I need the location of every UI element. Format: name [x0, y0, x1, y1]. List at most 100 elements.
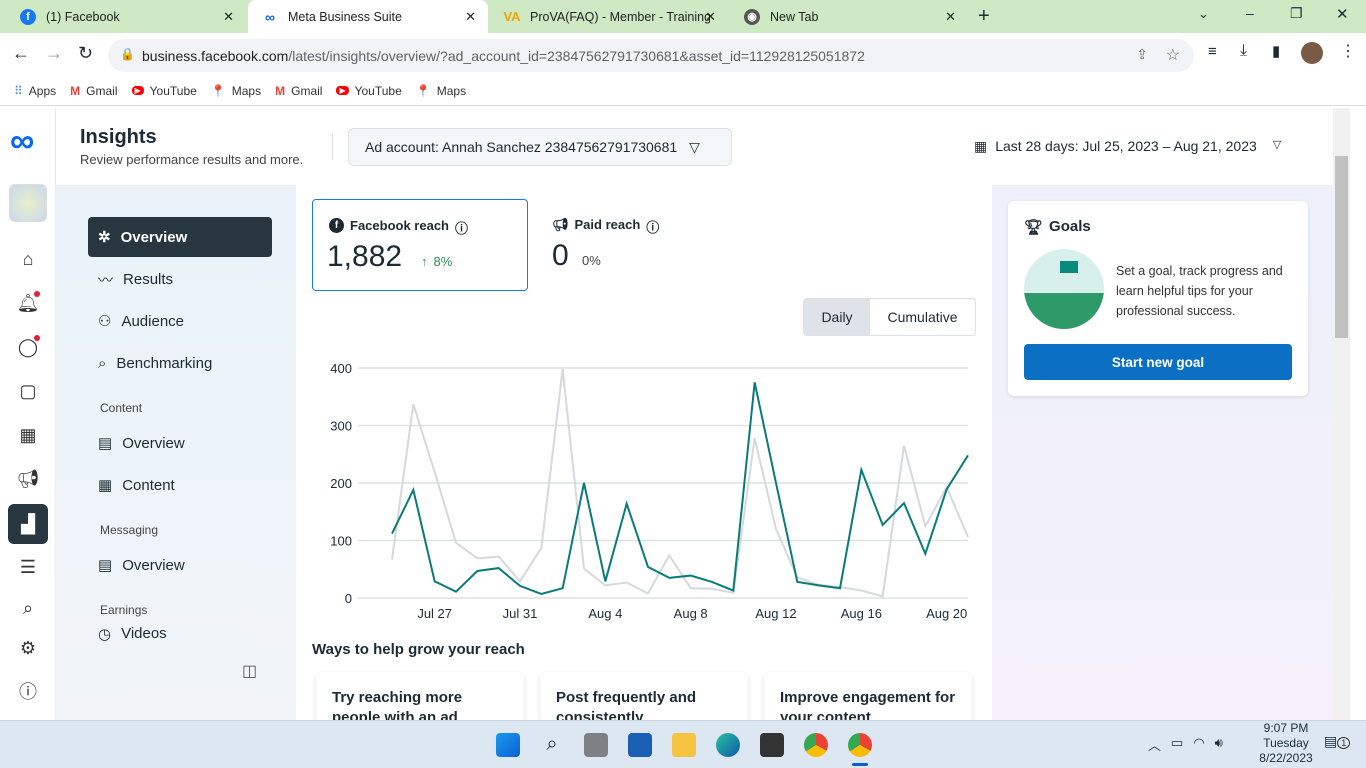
insights-main: f Facebook reach ⓘ 1,882 ↑ 8% 📢︎ Paid reach ⓘ… [296, 185, 992, 732]
edge-icon[interactable] [716, 733, 740, 757]
section-messaging: Messaging [100, 523, 159, 537]
help-icon[interactable]: ⓘ [16, 680, 40, 704]
page-header: Insights Review performance results and … [56, 108, 1333, 185]
subnav-benchmarking[interactable]: ⌕ Benchmarking [88, 343, 272, 383]
y-tick-label: 400 [330, 361, 352, 376]
new-tab-button[interactable]: + [978, 5, 990, 28]
all-tools-menu-icon[interactable]: ☰ [16, 555, 40, 579]
url-input[interactable]: 🔒 business.facebook.com/latest/insights/… [108, 39, 1194, 72]
subnav-messaging-overview[interactable]: ▤ Overview [88, 545, 272, 585]
forward-icon[interactable]: → [45, 43, 63, 64]
section-earnings: Earnings [100, 603, 148, 617]
page-avatar[interactable] [9, 184, 47, 222]
section-content: Content [100, 401, 143, 415]
grow-section-title: Ways to help grow your reach [312, 641, 525, 658]
restore-button[interactable]: ❐ [1290, 5, 1303, 22]
home-icon[interactable]: ⌂ [16, 247, 40, 271]
url-host: business.facebook.com [142, 47, 289, 64]
notification-center-icon[interactable]: ▤ 1 [1324, 733, 1351, 750]
store-icon[interactable] [760, 733, 784, 757]
insights-icon[interactable]: ▟ [8, 504, 48, 544]
bookmark-label: Maps [436, 83, 467, 98]
collapse-sidebar-icon[interactable]: ◫ [242, 661, 257, 681]
date-range-picker[interactable]: ▦ Last 28 days: Jul 25, 2023 – Aug 21, 20… [974, 138, 1281, 155]
cumulative-button[interactable]: Cumulative [870, 299, 975, 335]
metric-change: 0% [582, 253, 601, 268]
ads-megaphone-icon[interactable]: 📢︎ [16, 467, 40, 491]
system-tray[interactable]: ︿ ▭ ◠ 🔊︎ [1148, 735, 1223, 754]
bookmark-gmail[interactable]: M Gmail [275, 84, 322, 98]
close-tab-icon[interactable]: ✕ [223, 9, 234, 25]
tab-search-icon[interactable]: ⌄ [1198, 6, 1209, 22]
paid-reach-card[interactable]: 📢︎ Paid reach ⓘ 0 0% [536, 199, 752, 291]
bookmark-gmail[interactable]: M Gmail [70, 84, 117, 98]
clock[interactable]: 9:07 PM Tuesday 8/22/2023 [1240, 721, 1332, 766]
subnav-videos[interactable]: ◷ Videos [88, 625, 272, 645]
tab-new-tab[interactable]: ◉ New Tab ✕ [730, 0, 968, 33]
start-button-icon[interactable] [496, 733, 520, 757]
search-icon[interactable]: ⌕ [540, 733, 564, 757]
reload-icon[interactable]: ↻ [78, 43, 93, 64]
minimize-button[interactable]: – [1246, 5, 1254, 21]
windows-taskbar: ⌕ ︿ ▭ ◠ 🔊︎ 9:07 PM Tuesday 8/22/2023 ▤ 1 [0, 720, 1366, 768]
info-icon[interactable]: ⓘ [455, 218, 468, 237]
bookmark-maps[interactable]: 📍 Maps [416, 84, 466, 98]
goal-flag-illustration [1024, 249, 1104, 329]
close-tab-icon[interactable]: ✕ [705, 9, 716, 25]
meta-logo-icon[interactable]: ∞ [10, 124, 34, 158]
side-panel-icon[interactable]: ▮ [1272, 42, 1280, 60]
bookmark-youtube[interactable]: ▶ YouTube [336, 84, 402, 98]
apps-grid-icon: ⠿ [14, 83, 23, 98]
search-icon[interactable]: ⌕ [16, 596, 40, 620]
content-icon[interactable]: ▢ [16, 379, 40, 403]
subnav-content-overview[interactable]: ▤ Overview [88, 423, 272, 463]
bookmark-maps[interactable]: 📍 Maps [211, 84, 261, 98]
menu-icon[interactable]: ⋮ [1340, 41, 1356, 61]
share-icon[interactable]: ⇪ [1136, 46, 1148, 63]
planner-icon[interactable]: ▦ [16, 423, 40, 447]
tab-facebook[interactable]: f (1) Facebook ✕ [6, 0, 246, 33]
close-tab-icon[interactable]: ✕ [465, 9, 476, 25]
subnav-overview[interactable]: ✲ Overview [88, 217, 272, 257]
close-tab-icon[interactable]: ✕ [945, 9, 956, 25]
nav-label: Overview [122, 434, 185, 452]
youtube-icon: ▶ [131, 86, 144, 95]
daily-button[interactable]: Daily [804, 299, 870, 335]
bookmark-star-icon[interactable]: ☆ [1166, 45, 1180, 65]
start-new-goal-button[interactable]: Start new goal [1024, 344, 1292, 380]
media-icon[interactable]: ≡ [1208, 43, 1217, 60]
chrome-profile-icon[interactable] [848, 733, 872, 766]
tab-label: Meta Business Suite [288, 9, 402, 24]
subnav-results[interactable]: 〰 Results [88, 259, 272, 299]
volume-icon: 🔊︎ [1214, 735, 1223, 750]
daily-cumulative-toggle: Daily Cumulative [803, 298, 976, 336]
task-view-icon[interactable] [584, 733, 608, 757]
bookmark-label: Apps [28, 83, 57, 98]
right-panel: 🏆︎ Goals Set a goal, track progress and l… [992, 185, 1333, 720]
chevron-down-icon: ▽ [689, 138, 700, 155]
download-icon[interactable]: ⤓ [1240, 42, 1247, 60]
facebook-reach-card[interactable]: f Facebook reach ⓘ 1,882 ↑ 8% [312, 199, 528, 291]
bookmark-youtube[interactable]: ▶ YouTube [131, 84, 197, 98]
file-explorer-icon[interactable] [672, 733, 696, 757]
bookmark-apps[interactable]: ⠿ Apps [14, 84, 56, 98]
page-scrollbar[interactable] [1333, 108, 1350, 720]
nav-label: Videos [121, 625, 167, 642]
ad-account-dropdown[interactable]: Ad account: Annah Sanchez 23847562791730… [348, 128, 732, 166]
info-icon[interactable]: ⓘ [646, 217, 659, 236]
notifications-icon[interactable]: 🔔︎ [16, 291, 40, 315]
back-icon[interactable]: ← [12, 43, 30, 64]
chrome-icon[interactable] [804, 733, 828, 757]
profile-avatar[interactable] [1301, 42, 1323, 64]
widgets-icon[interactable] [628, 733, 652, 757]
x-tick-label: Jul 27 [417, 606, 452, 621]
inbox-icon[interactable]: ◯ [16, 335, 40, 359]
subnav-audience[interactable]: ⚇ Audience [88, 301, 272, 341]
tab-prova[interactable]: VA ProVA(FAQ) - Member - Training ✕ [490, 0, 728, 33]
benchmarking-icon: ⌕ [98, 354, 107, 372]
chevron-up-icon: ︿ [1148, 738, 1162, 753]
subnav-content[interactable]: ▦ Content [88, 465, 272, 505]
close-window-button[interactable]: ✕ [1336, 5, 1349, 23]
settings-gear-icon[interactable]: ⚙ [16, 636, 40, 660]
tab-meta-business-suite[interactable]: ∞ Meta Business Suite ✕ [248, 0, 488, 33]
